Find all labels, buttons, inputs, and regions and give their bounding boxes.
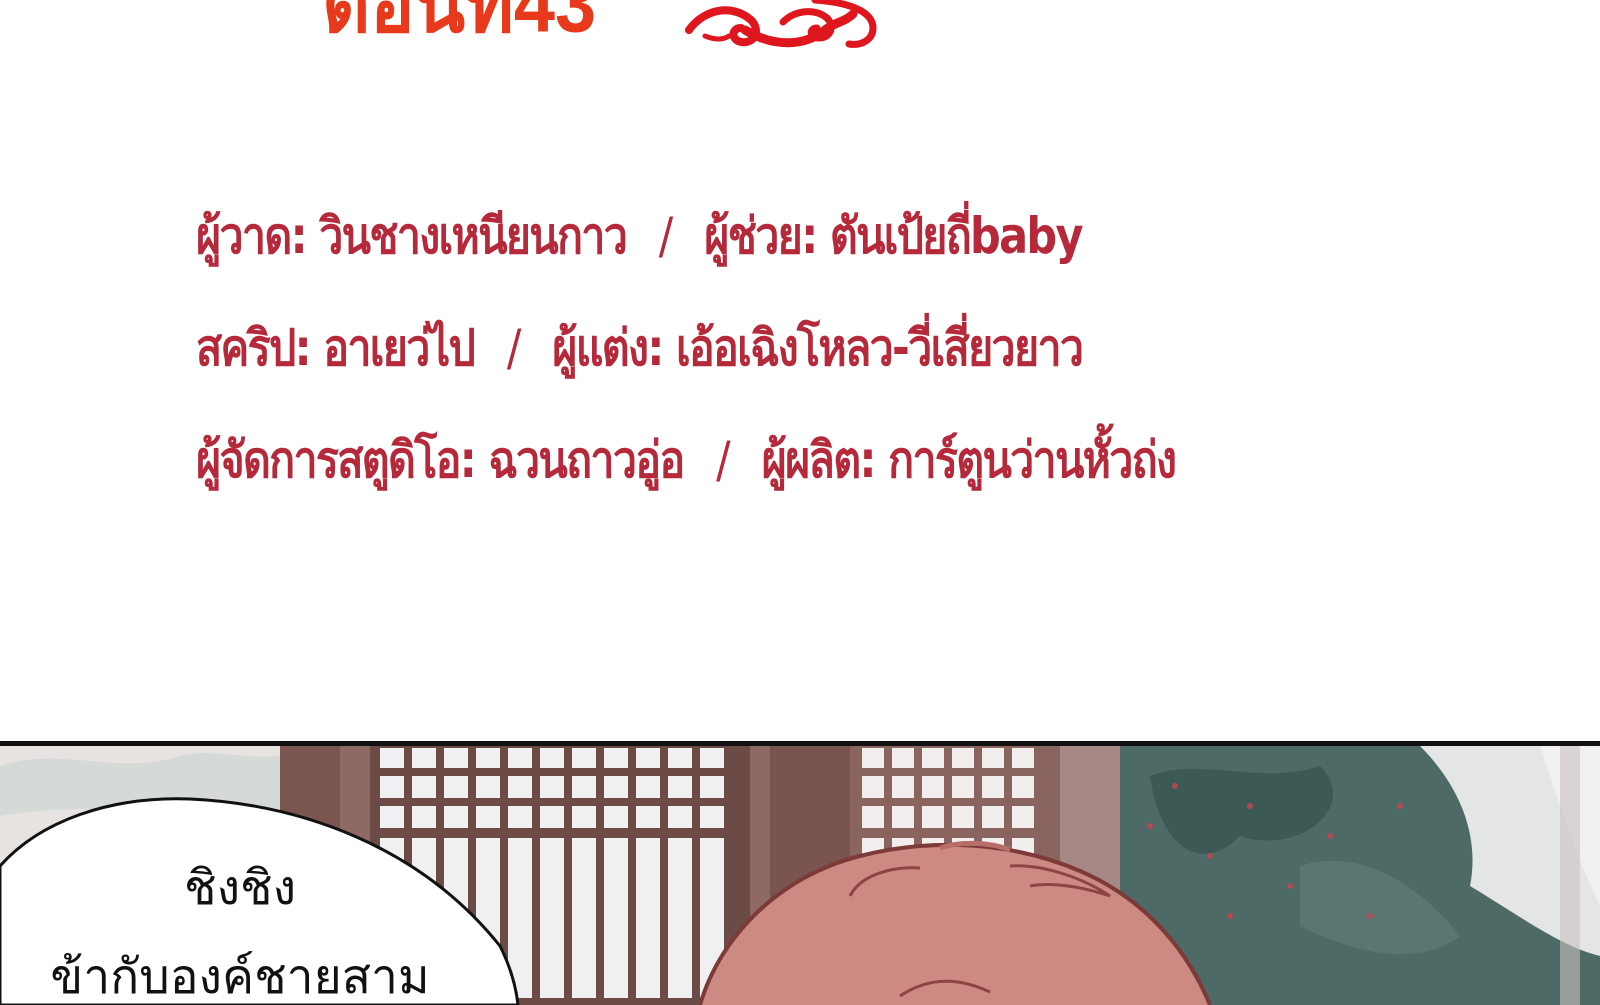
comic-panel: ชิงชิง ข้ากับองค์ชายสาม [0, 741, 1600, 1005]
bubble-text-line-2: ข้ากับองค์ชายสาม [50, 949, 430, 1005]
credit-right: ผู้ช่วย: ตันเป้ยถี่baby [704, 207, 1083, 265]
credits-block: ผู้วาด: วินชางเหนียนกาว / ผู้ช่วย: ตันเป้ย… [196, 180, 1177, 516]
credit-line: ผู้จัดการสตูดิโอ: ฉวนถาวอู่อ / ผู้ผลิต: กา… [196, 404, 1177, 516]
credit-separator: / [716, 431, 730, 489]
credit-left: ผู้วาด: วินชางเหนียนกาว [196, 207, 628, 265]
credit-line: ผู้วาด: วินชางเหนียนกาว / ผู้ช่วย: ตันเป้ย… [196, 180, 1175, 292]
credit-right: ผู้แต่ง: เอ้อเฉิงโหลว-วี่เสี่ยวยาว [552, 319, 1084, 377]
credit-right: ผู้ผลิต: การ์ตูนว่านหั้วถ่ง [761, 431, 1177, 489]
credit-left: ผู้จัดการสตูดิโอ: ฉวนถาวอู่อ [196, 431, 685, 489]
credit-line: สคริป: อาเยว่ไป / ผู้แต่ง: เอ้อเฉิงโหลว-วี… [196, 292, 1175, 404]
episode-title: ตอนที่43 [322, 0, 597, 50]
credit-separator: / [506, 319, 521, 377]
credit-separator: / [658, 207, 673, 265]
credit-left: สคริป: อาเยว่ไป [196, 319, 476, 377]
bubble-text-line-1: ชิงชิง [183, 860, 297, 916]
swirl-ornament [685, 0, 877, 48]
